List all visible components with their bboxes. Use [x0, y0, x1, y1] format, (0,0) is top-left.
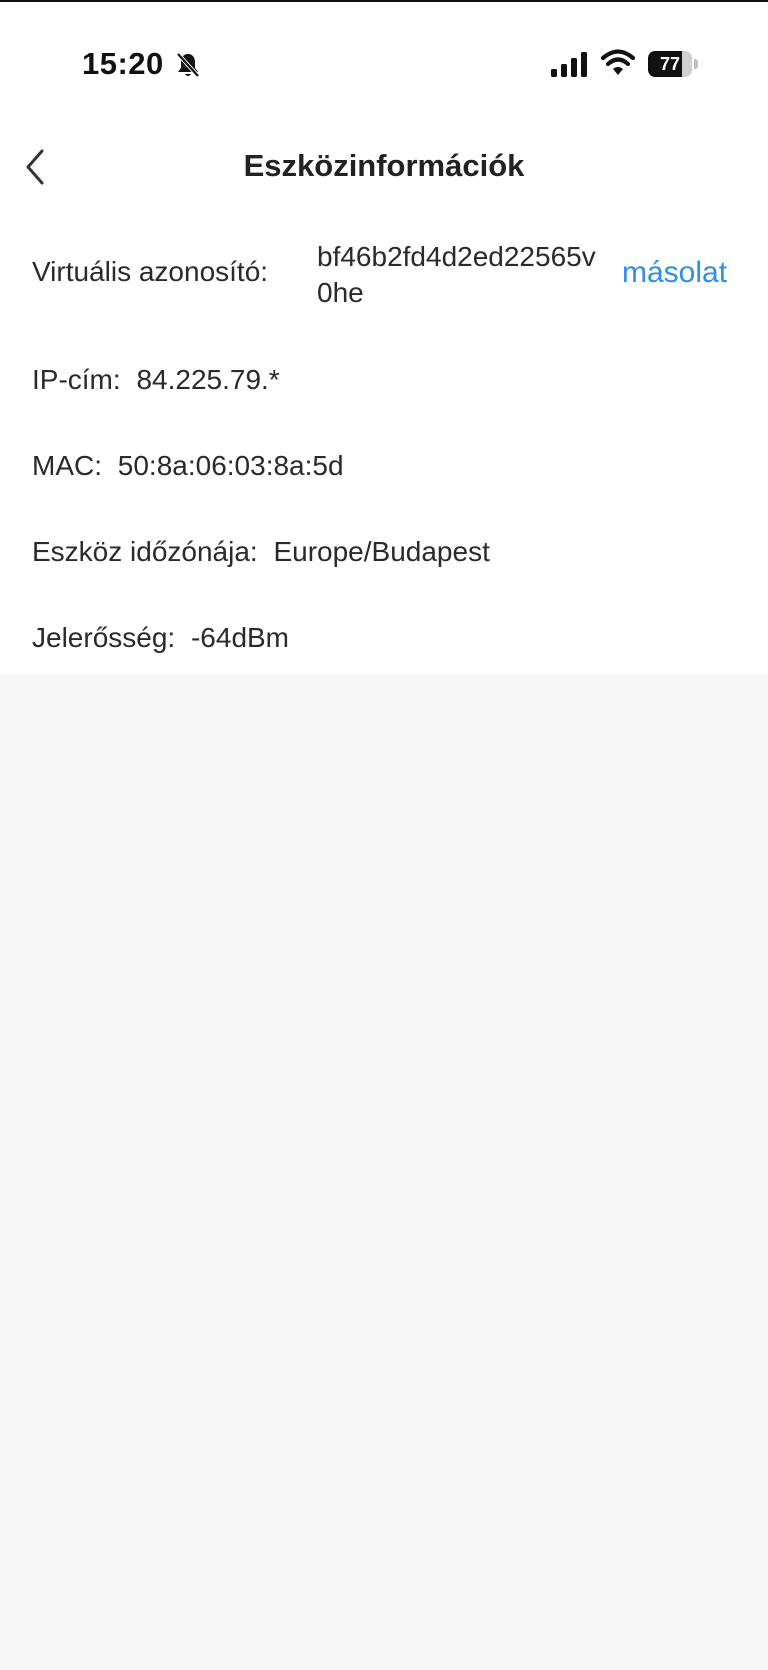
signal-strength-label: Jelerősség:: [32, 622, 176, 653]
bell-slash-icon: [176, 52, 200, 78]
timezone-value: Europe/Budapest: [273, 536, 490, 567]
battery-icon: 77: [648, 51, 700, 79]
device-info-panel: 15:20 77 Eszközinformációk Virtuális azo…: [0, 0, 768, 674]
virtual-id-value: bf46b2fd4d2ed22565v0he: [317, 241, 596, 308]
wifi-icon: [600, 49, 636, 75]
signal-strength-value: -64dBm: [190, 622, 290, 653]
battery-level: 77: [659, 54, 681, 74]
ip-value: 84.225.79.*: [136, 364, 280, 395]
ip-label: IP-cím:: [32, 364, 121, 395]
ip-row: IP-cím: 84.225.79.*: [32, 364, 280, 396]
copy-button[interactable]: másolat: [622, 256, 727, 290]
signal-strength-row: Jelerősség: -64dBm: [32, 622, 289, 654]
mac-value: 50:8a:06:03:8a:5d: [117, 450, 344, 481]
page-title: Eszközinformációk: [243, 148, 525, 183]
virtual-id-label: Virtuális azonosító:: [32, 256, 269, 287]
mac-row: MAC: 50:8a:06:03:8a:5d: [32, 450, 344, 482]
timezone-label: Eszköz időzónája:: [32, 536, 258, 567]
mac-label: MAC:: [32, 450, 102, 481]
signal-icon: [551, 52, 587, 77]
timezone-row: Eszköz időzónája: Europe/Budapest: [32, 536, 490, 568]
status-time: 15:20: [82, 46, 164, 81]
status-bar: 15:20 77: [0, 2, 768, 122]
